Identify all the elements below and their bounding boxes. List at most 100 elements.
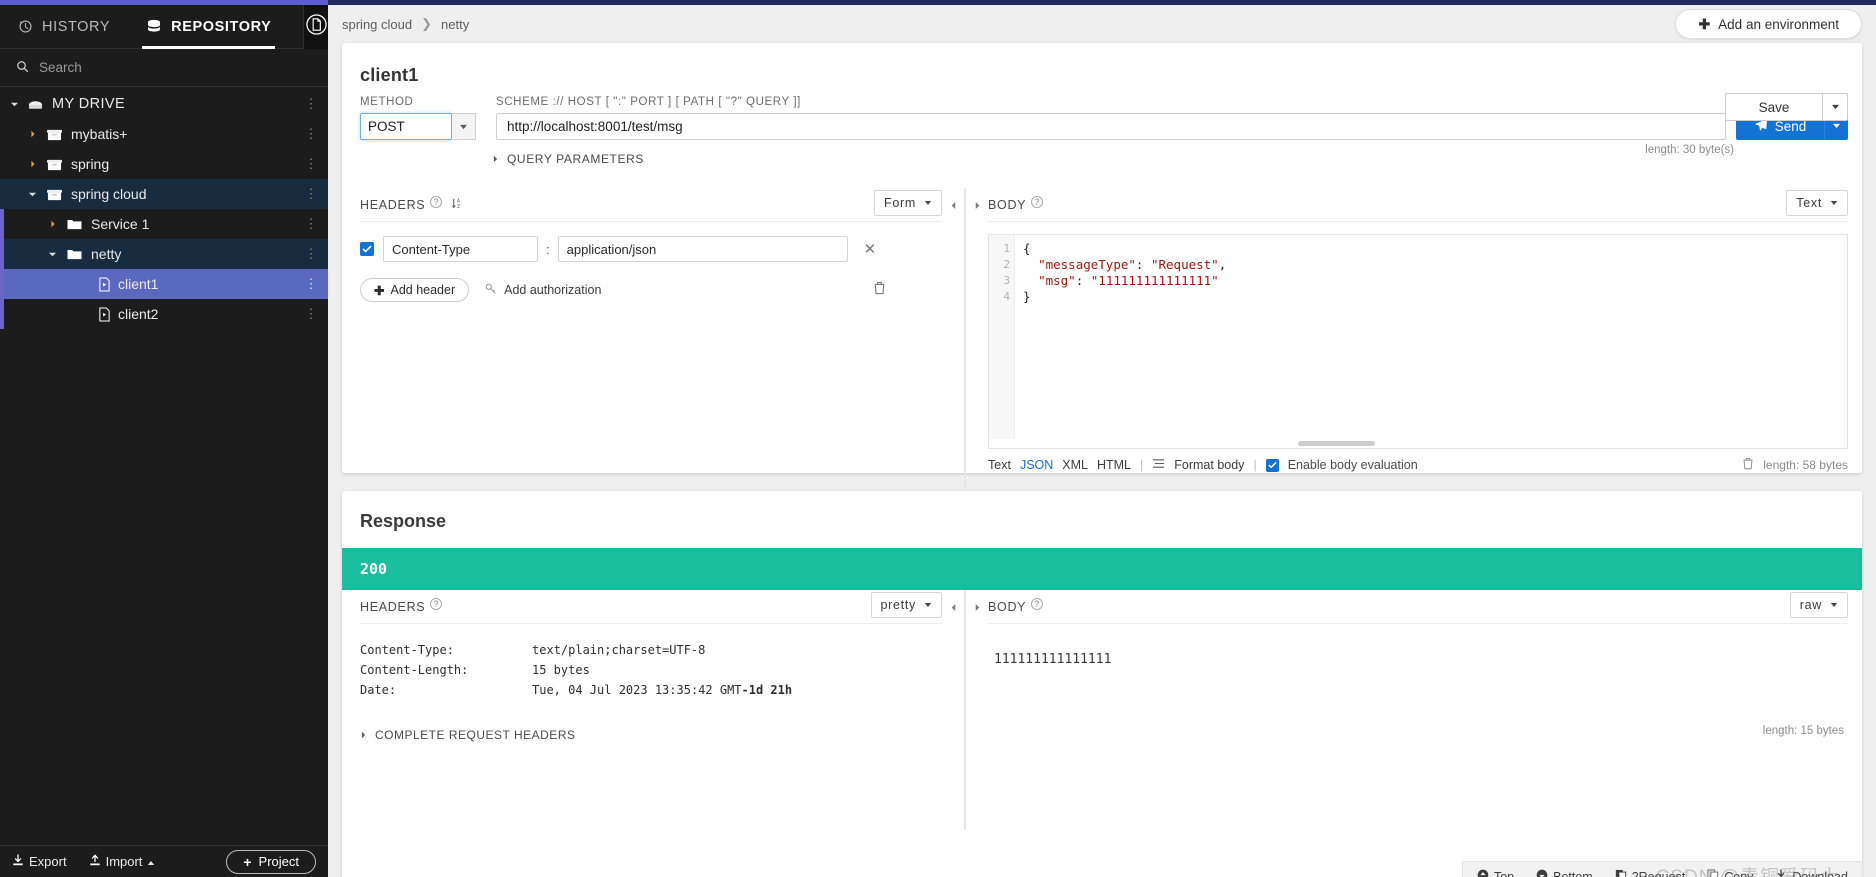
sidebar-tab-repository[interactable]: REPOSITORY xyxy=(142,5,276,49)
add-authorization-button[interactable]: Add authorization xyxy=(485,283,601,298)
download-button[interactable]: Download xyxy=(1775,868,1848,877)
tree-item-menu-icon[interactable]: ⋮ xyxy=(304,247,318,260)
tree-item-client1[interactable]: client1 ⋮ xyxy=(0,269,328,299)
line-number: 1 xyxy=(1003,242,1010,255)
import-icon xyxy=(89,853,101,870)
search-icon xyxy=(16,60,29,76)
save-button-group: Save xyxy=(1725,93,1848,121)
sidebar-tab-history[interactable]: HISTORY xyxy=(14,5,114,49)
sort-az-icon[interactable]: AZ xyxy=(451,197,464,213)
response-headers-collapse-left-icon[interactable] xyxy=(942,590,964,624)
save-button[interactable]: Save xyxy=(1725,93,1823,121)
tree-item-label: client2 xyxy=(118,306,159,322)
query-parameters-toggle[interactable]: QUERY PARAMETERS xyxy=(342,152,1862,166)
headers-pane-collapse-left-icon[interactable] xyxy=(942,188,964,222)
tree-item-label: MY DRIVE xyxy=(52,96,126,112)
divider: | xyxy=(1253,458,1257,472)
export-button[interactable]: Export xyxy=(12,853,67,870)
header-value-input[interactable] xyxy=(557,236,848,262)
tree-item-spring[interactable]: spring ⋮ xyxy=(0,149,328,179)
response-header-row: Content-Length: 15 bytes xyxy=(360,660,942,680)
add-header-label: Add header xyxy=(390,283,456,297)
tree-item-menu-icon[interactable]: ⋮ xyxy=(304,97,318,110)
tree-item-client2[interactable]: client2 ⋮ xyxy=(0,299,328,329)
add-environment-button[interactable]: ✚ Add an environment xyxy=(1675,9,1862,39)
response-header-key: Date: xyxy=(360,683,397,697)
copy-to-request-button[interactable]: 2Request xyxy=(1615,869,1685,877)
body-view-mode-select[interactable]: Text xyxy=(1786,189,1848,216)
tree-item-menu-icon[interactable]: ⋮ xyxy=(304,157,318,170)
response-body-view-mode-select[interactable]: raw xyxy=(1789,591,1848,618)
help-icon[interactable]: ? xyxy=(1031,196,1044,208)
body-format-tab-text[interactable]: Text xyxy=(988,458,1011,472)
copy-button[interactable]: Copy xyxy=(1707,868,1753,877)
body-format-tab-xml[interactable]: XML xyxy=(1062,458,1088,472)
new-project-button[interactable]: + Project xyxy=(226,849,316,874)
tree-item-label: spring cloud xyxy=(71,186,147,202)
tree-item-menu-icon[interactable]: ⋮ xyxy=(304,217,318,230)
import-button[interactable]: Import xyxy=(89,853,156,870)
method-dropdown-caret[interactable] xyxy=(452,113,476,140)
sidebar-footer: Export Import + Project xyxy=(0,845,328,877)
tree-item-menu-icon[interactable]: ⋮ xyxy=(304,127,318,140)
editor-horizontal-scrollbar[interactable] xyxy=(989,439,1847,448)
save-dropdown-caret[interactable] xyxy=(1823,93,1848,121)
copy-request-icon xyxy=(1615,869,1627,877)
response-headers-view-mode-select[interactable]: pretty xyxy=(870,591,942,618)
chevron-down-icon[interactable] xyxy=(26,188,39,201)
header-enabled-checkbox[interactable] xyxy=(360,242,374,256)
chevron-right-icon[interactable] xyxy=(46,218,59,231)
breadcrumb-item-folder[interactable]: netty xyxy=(441,17,469,32)
complete-request-headers-toggle[interactable]: COMPLETE REQUEST HEADERS xyxy=(360,700,942,742)
help-icon[interactable]: ? xyxy=(430,598,443,610)
response-header-row: Content-Type: text/plain;charset=UTF-8 xyxy=(360,640,942,660)
sidebar-search[interactable]: Search xyxy=(0,49,328,87)
tree-item-netty[interactable]: netty ⋮ xyxy=(0,239,328,269)
tree-item-mybatis[interactable]: mybatis+ ⋮ xyxy=(0,119,328,149)
body-format-tab-html[interactable]: HTML xyxy=(1097,458,1131,472)
method-label: METHOD xyxy=(360,96,414,108)
response-body-collapse-right-icon[interactable] xyxy=(966,590,988,624)
format-body-button[interactable]: Format body xyxy=(1174,458,1244,472)
help-icon[interactable]: ? xyxy=(1031,598,1044,610)
body-pane: BODY ? Text 1 2 3 4 {"messageType": "Re… xyxy=(988,188,1862,488)
add-header-button[interactable]: ✚ Add header xyxy=(360,278,470,302)
scroll-to-bottom-button[interactable]: Bottom xyxy=(1536,869,1593,877)
chevron-down-icon[interactable] xyxy=(46,248,59,261)
help-icon[interactable]: ? xyxy=(430,196,443,208)
sidebar-tab-documentation[interactable] xyxy=(303,4,328,49)
tree-item-my-drive[interactable]: MY DRIVE ⋮ xyxy=(0,89,328,119)
enable-body-evaluation-checkbox[interactable] xyxy=(1265,458,1279,472)
url-input[interactable] xyxy=(496,113,1726,140)
tree-item-menu-icon[interactable]: ⋮ xyxy=(304,307,318,320)
chevron-right-icon xyxy=(492,152,499,166)
editor-code-area[interactable]: { "messageType": "Request", "msg": "1111… xyxy=(1015,235,1847,448)
body-code-editor[interactable]: 1 2 3 4 { "messageType": "Request", "msg… xyxy=(988,234,1848,449)
body-pane-collapse-right-icon[interactable] xyxy=(966,188,988,222)
tree-item-spring-cloud[interactable]: spring cloud ⋮ xyxy=(0,179,328,209)
method-input[interactable] xyxy=(360,113,452,140)
chevron-right-icon[interactable] xyxy=(26,158,39,171)
scroll-to-top-button[interactable]: Top xyxy=(1477,869,1514,877)
chevron-down-icon[interactable] xyxy=(8,98,21,111)
database-icon xyxy=(146,19,162,34)
tree-item-service-1[interactable]: Service 1 ⋮ xyxy=(0,209,328,239)
chevron-right-icon[interactable] xyxy=(26,128,39,141)
response-headers-title: HEADERS xyxy=(360,599,426,614)
box-icon xyxy=(46,127,63,142)
tree-item-menu-icon[interactable]: ⋮ xyxy=(304,187,318,200)
body-format-tab-json[interactable]: JSON xyxy=(1020,458,1053,472)
headers-pane: HEADERS ? AZ Form Content-Type: applica… xyxy=(342,188,942,488)
header-colon-separator: : xyxy=(546,241,550,257)
tree-item-menu-icon[interactable]: ⋮ xyxy=(304,277,318,290)
trash-icon[interactable] xyxy=(873,281,886,300)
body-trash-icon[interactable] xyxy=(1742,457,1754,473)
header-key-input[interactable] xyxy=(383,236,538,262)
headers-view-mode-label: Form xyxy=(884,195,916,210)
chevron-right-icon xyxy=(360,728,367,742)
header-remove-icon[interactable]: ✕ xyxy=(864,240,877,258)
body-pane-header: BODY ? Text xyxy=(988,188,1848,222)
headers-view-mode-select[interactable]: Form xyxy=(874,189,942,216)
app-root: HISTORY REPOSITORY Search MY DRIVE ⋮ myb… xyxy=(0,0,1876,877)
breadcrumb-item-project[interactable]: spring cloud xyxy=(342,17,412,32)
